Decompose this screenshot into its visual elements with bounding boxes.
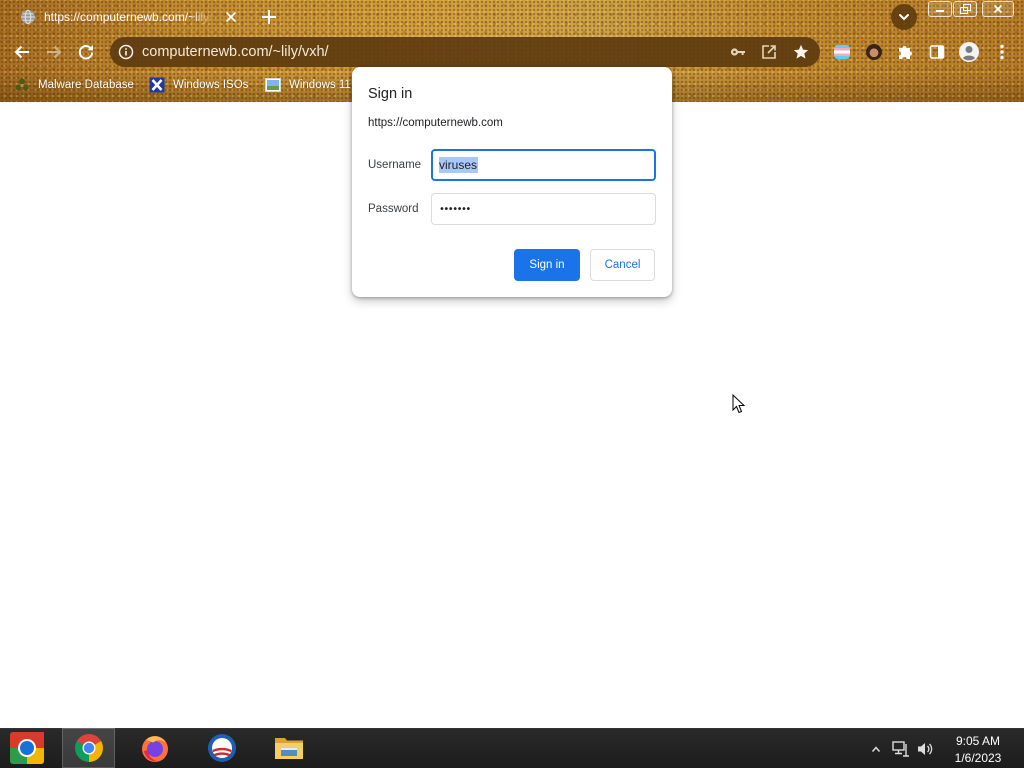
password-input[interactable]: ••••••• <box>431 193 656 225</box>
info-icon[interactable] <box>118 44 134 60</box>
bookmark-label: Malware Database <box>38 79 134 91</box>
cancel-button[interactable]: Cancel <box>590 249 655 281</box>
dialog-title: Sign in <box>368 86 413 102</box>
tab-active[interactable]: https://computernewb.com/~lily/ <box>8 0 250 34</box>
clock-time: 9:05 AM <box>955 734 1001 748</box>
reload-icon <box>77 43 95 61</box>
bookmark-malware-database[interactable]: Malware Database <box>12 74 134 96</box>
mouse-cursor <box>732 393 746 414</box>
back-button[interactable] <box>10 40 34 64</box>
bookmark-label: Windows ISOs <box>173 79 249 91</box>
pride-flag-icon[interactable] <box>834 45 850 59</box>
volume-icon[interactable] <box>916 741 934 757</box>
restore-icon <box>959 3 971 15</box>
bookmark-windows-isos[interactable]: Windows ISOs <box>147 74 248 96</box>
reload-button[interactable] <box>74 40 98 64</box>
arrow-right-icon <box>45 43 63 61</box>
avatar-icon[interactable] <box>866 44 882 60</box>
network-icon[interactable] <box>892 741 910 757</box>
side-panel-icon[interactable] <box>928 43 946 61</box>
forward-button[interactable] <box>42 40 66 64</box>
start-button[interactable] <box>8 728 46 768</box>
share-icon[interactable] <box>760 43 778 61</box>
sign-in-dialog: Sign in https://computernewb.com Usernam… <box>352 67 672 297</box>
username-value: viruses <box>439 157 479 173</box>
chevron-down-icon <box>897 10 911 24</box>
plus-icon[interactable] <box>259 7 279 27</box>
close-icon <box>993 4 1003 14</box>
password-label: Password <box>368 203 419 215</box>
firefox-icon <box>140 733 170 763</box>
obama-logo-icon <box>207 733 237 763</box>
url-text[interactable]: computernewb.com/~lily/vxh/ <box>142 43 329 61</box>
sign-in-button[interactable]: Sign in <box>514 249 580 281</box>
tab-title: https://computernewb.com/~lily/ <box>44 10 213 24</box>
address-bar[interactable]: computernewb.com/~lily/vxh/ <box>110 37 820 67</box>
taskbar-obama-logo[interactable] <box>205 728 239 768</box>
dialog-origin: https://computernewb.com <box>368 117 503 129</box>
puzzle-icon[interactable] <box>896 43 914 61</box>
start-orb-icon <box>9 731 45 765</box>
biohazard-icon <box>14 77 30 93</box>
profile-icon[interactable] <box>958 41 980 63</box>
taskbar-firefox[interactable] <box>138 728 172 768</box>
password-value: ••••••• <box>439 203 471 215</box>
globe-icon <box>20 9 36 25</box>
taskbar-chrome[interactable] <box>62 728 115 768</box>
minimize-button[interactable] <box>928 1 952 17</box>
close-icon[interactable] <box>223 9 239 25</box>
bookmark-label: Windows 11 <box>289 79 351 91</box>
x-logo-icon <box>149 77 165 93</box>
key-icon[interactable] <box>729 43 747 61</box>
username-label: Username <box>368 159 422 171</box>
bookmark-windows-11[interactable]: Windows 11 <box>263 74 351 96</box>
minimize-icon <box>935 4 945 14</box>
taskbar-file-explorer[interactable] <box>272 728 306 768</box>
username-input[interactable]: viruses <box>431 149 656 181</box>
chrome-icon <box>74 733 104 763</box>
arrow-left-icon <box>13 43 31 61</box>
taskbar-clock[interactable]: 9:05 AM 1/6/2023 <box>945 732 1011 766</box>
clock-date: 1/6/2023 <box>954 751 1002 765</box>
tab-search-button[interactable] <box>891 4 917 30</box>
window-close-button[interactable] <box>982 1 1014 17</box>
more-vertical-icon[interactable] <box>999 43 1005 61</box>
file-explorer-icon <box>273 733 305 763</box>
chevron-up-icon[interactable] <box>870 741 882 757</box>
star-icon[interactable] <box>792 43 810 61</box>
restore-button[interactable] <box>953 1 977 17</box>
image-icon <box>265 77 281 93</box>
